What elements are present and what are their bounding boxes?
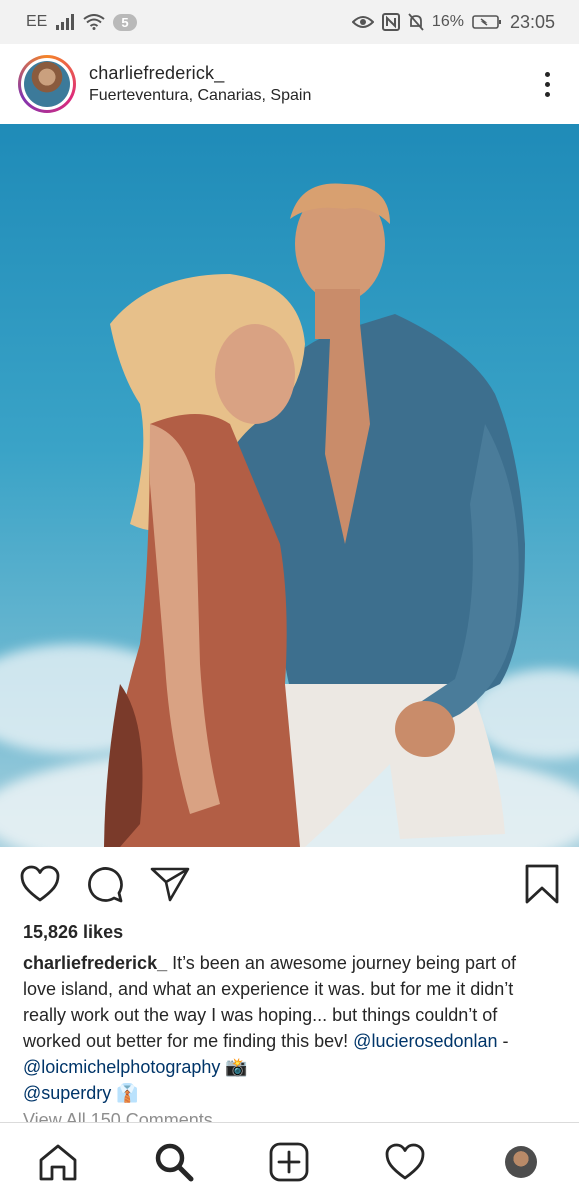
- eye-icon: [351, 14, 374, 30]
- couple-photo-illustration: [104, 183, 525, 847]
- post-username[interactable]: charliefrederick_: [89, 63, 533, 84]
- heart-icon[interactable]: [20, 865, 60, 903]
- more-dot-icon: [544, 71, 550, 77]
- clock: 23:05: [509, 11, 555, 32]
- avatar: [24, 61, 70, 107]
- mention-link[interactable]: @loicmichelphotography: [23, 1057, 220, 1077]
- bookmark-icon[interactable]: [525, 864, 559, 904]
- likes-count[interactable]: 15,826 likes: [23, 922, 123, 943]
- post-action-bar: [0, 852, 579, 916]
- post-location[interactable]: Fuerteventura, Canarias, Spain: [89, 87, 533, 105]
- search-icon[interactable]: [144, 1132, 204, 1192]
- more-dot-icon: [544, 91, 550, 97]
- wifi-icon: [83, 14, 105, 30]
- home-icon[interactable]: [28, 1132, 88, 1192]
- more-options-button[interactable]: [533, 64, 561, 104]
- more-dot-icon: [544, 81, 550, 87]
- carrier-label: EE: [26, 13, 48, 30]
- profile-avatar[interactable]: [491, 1132, 551, 1192]
- post-caption: charliefrederick_ It’s been an awesome j…: [23, 950, 553, 1106]
- caption-separator: -: [497, 1031, 509, 1051]
- share-icon[interactable]: [150, 866, 190, 902]
- mention-link[interactable]: @superdry: [23, 1083, 111, 1103]
- battery-icon: [472, 14, 502, 30]
- avatar: [505, 1145, 538, 1178]
- status-bar: EE 5 16% 23:05: [0, 0, 579, 44]
- nfc-icon: [381, 13, 400, 31]
- camera-emoji: 📸: [220, 1057, 248, 1077]
- post-header: charliefrederick_ Fuerteventura, Canaria…: [0, 44, 579, 124]
- comment-icon[interactable]: [86, 865, 124, 903]
- mention-link[interactable]: @lucierosedonlan: [353, 1031, 497, 1051]
- bell-muted-icon: [408, 13, 424, 31]
- caption-username[interactable]: charliefrederick_: [23, 953, 167, 973]
- story-ring-avatar[interactable]: [18, 55, 76, 113]
- activity-heart-icon[interactable]: [375, 1132, 435, 1192]
- tie-emoji: 👔: [111, 1083, 139, 1103]
- post-photo[interactable]: [0, 124, 579, 847]
- notification-count-badge: 5: [113, 13, 137, 31]
- battery-percent: 16%: [431, 13, 464, 30]
- add-post-icon[interactable]: [259, 1132, 319, 1192]
- bottom-navigation: [0, 1122, 579, 1200]
- signal-icon: [55, 14, 75, 30]
